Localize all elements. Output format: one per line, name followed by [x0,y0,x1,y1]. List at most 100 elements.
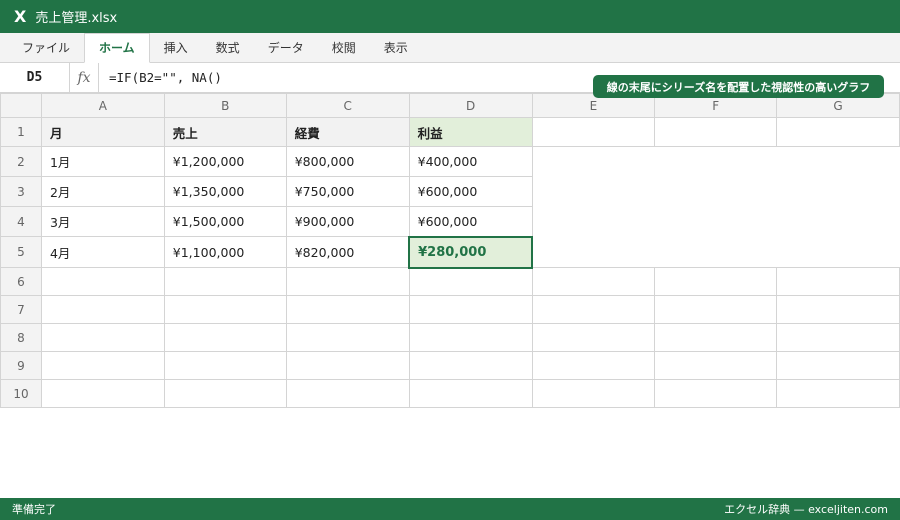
empty-area [532,146,900,177]
row-header[interactable]: 3 [0,176,42,207]
empty-cell[interactable] [163,267,287,296]
column-header[interactable]: B [163,93,287,118]
empty-cell[interactable] [285,295,410,324]
empty-cell[interactable] [776,379,900,408]
tab-view[interactable]: 表示 [370,34,422,62]
empty-cell[interactable] [285,379,410,408]
row-header[interactable]: 10 [0,379,42,408]
empty-cell[interactable] [531,295,656,324]
select-all-corner[interactable] [0,93,42,118]
empty-cell[interactable] [654,323,778,352]
tab-review[interactable]: 校閲 [318,34,370,62]
empty-cell[interactable] [776,295,900,324]
cell-a5[interactable]: 4月 [40,236,165,268]
empty-cell[interactable] [40,379,165,408]
empty-cell[interactable] [654,379,778,408]
row-header[interactable]: 4 [0,206,42,237]
table-row: 8 [0,323,900,352]
cell-a3[interactable]: 2月 [40,176,165,207]
spreadsheet-grid: A B C D E F G 1 月 売上 経費 利益 2 1月 ¥1,200,0… [0,93,900,408]
fx-icon[interactable]: fx [70,62,99,93]
cell-c4[interactable]: ¥900,000 [285,206,410,237]
table-row: 3 2月 ¥1,350,000 ¥750,000 ¥600,000 [0,176,900,207]
table-row: 1 月 売上 経費 利益 [0,117,900,147]
empty-cell[interactable] [163,323,287,352]
cell-b2[interactable]: ¥1,200,000 [163,146,287,177]
empty-cell[interactable] [776,351,900,380]
empty-cell[interactable] [408,267,533,296]
empty-cell[interactable] [408,379,533,408]
empty-cell[interactable] [285,351,410,380]
row-header[interactable]: 5 [0,236,42,268]
title-bar: X 売上管理.xlsx [0,0,900,33]
cell-b5[interactable]: ¥1,100,000 [163,236,287,268]
cell-c1[interactable]: 経費 [285,117,410,147]
cell-c5[interactable]: ¥820,000 [285,236,410,268]
cell-d3[interactable]: ¥600,000 [408,176,533,207]
empty-cell[interactable] [408,295,533,324]
row-header[interactable]: 1 [0,117,42,147]
tab-file[interactable]: ファイル [8,34,84,62]
empty-cell[interactable] [285,323,410,352]
cell-c3[interactable]: ¥750,000 [285,176,410,207]
callout-banner: 線の末尾にシリーズ名を配置した視認性の高いグラフ [593,75,884,98]
table-row: 4 3月 ¥1,500,000 ¥900,000 ¥600,000 [0,206,900,237]
column-header[interactable]: A [40,93,165,118]
row-header[interactable]: 8 [0,323,42,352]
empty-cell[interactable] [163,295,287,324]
empty-cell[interactable] [163,351,287,380]
empty-cell[interactable] [531,323,656,352]
empty-cell[interactable] [654,267,778,296]
empty-cell[interactable] [408,323,533,352]
row-header[interactable]: 2 [0,146,42,177]
row-header[interactable]: 7 [0,295,42,324]
empty-area [532,236,900,268]
cell-d4[interactable]: ¥600,000 [408,206,533,237]
empty-cell[interactable] [163,379,287,408]
cell-d2[interactable]: ¥400,000 [408,146,533,177]
cell-b3[interactable]: ¥1,350,000 [163,176,287,207]
empty-cell[interactable] [776,267,900,296]
empty-cell[interactable] [40,323,165,352]
name-box[interactable]: D5 [0,62,70,93]
empty-area [532,206,900,237]
empty-cell[interactable] [776,323,900,352]
column-header[interactable]: D [408,93,533,118]
tab-data[interactable]: データ [254,34,318,62]
cell-f1[interactable] [654,117,778,147]
status-bar: 準備完了 エクセル辞典 — exceljiten.com [0,498,900,520]
table-row: 9 [0,351,900,380]
cell-a4[interactable]: 3月 [40,206,165,237]
empty-cell[interactable] [285,267,410,296]
empty-cell[interactable] [40,295,165,324]
cell-e1[interactable] [531,117,656,147]
column-header[interactable]: C [285,93,410,118]
cell-d1[interactable]: 利益 [408,117,533,147]
table-row: 10 [0,379,900,408]
row-header[interactable]: 6 [0,267,42,296]
cell-a2[interactable]: 1月 [40,146,165,177]
empty-cell[interactable] [408,351,533,380]
tab-formulas[interactable]: 数式 [202,34,254,62]
empty-cell[interactable] [40,351,165,380]
empty-cell[interactable] [654,295,778,324]
table-row: 2 1月 ¥1,200,000 ¥800,000 ¥400,000 [0,146,900,177]
cell-a1[interactable]: 月 [40,117,165,147]
empty-cell[interactable] [654,351,778,380]
empty-cell[interactable] [40,267,165,296]
site-credit: エクセル辞典 — exceljiten.com [724,503,888,516]
formula-input[interactable]: =IF(B2="", NA() [99,70,222,85]
selected-cell-d5[interactable]: ¥280,000 [408,235,534,269]
cell-c2[interactable]: ¥800,000 [285,146,410,177]
row-header[interactable]: 9 [0,351,42,380]
tab-insert[interactable]: 挿入 [150,34,202,62]
empty-area [532,176,900,207]
empty-cell[interactable] [531,379,656,408]
cell-g1[interactable] [776,117,900,147]
tab-home[interactable]: ホーム [84,33,150,63]
empty-cell[interactable] [531,351,656,380]
table-row: 5 4月 ¥1,100,000 ¥820,000 ¥280,000 [0,235,900,269]
cell-b1[interactable]: 売上 [163,117,287,147]
empty-cell[interactable] [531,267,656,296]
cell-b4[interactable]: ¥1,500,000 [163,206,287,237]
